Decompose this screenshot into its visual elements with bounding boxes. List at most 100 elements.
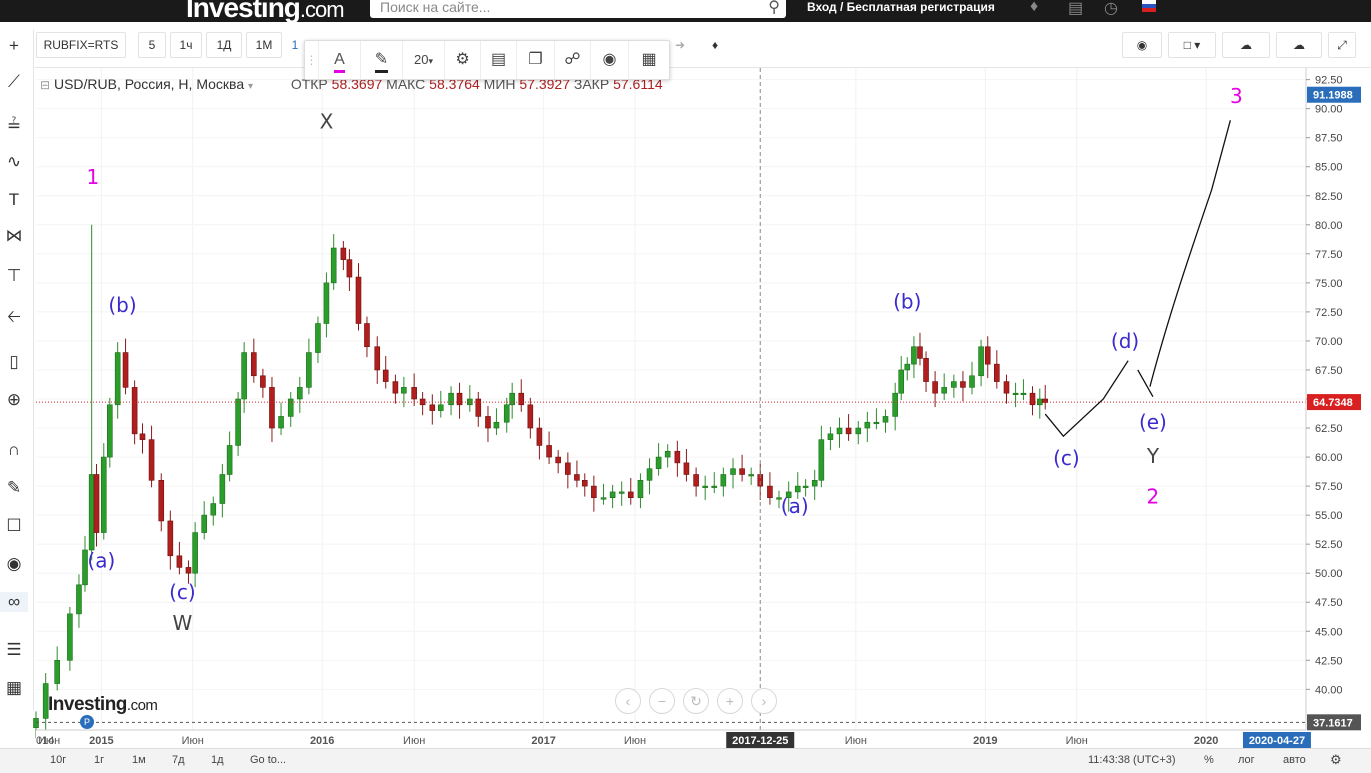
candle-body — [978, 346, 984, 377]
candle-body — [278, 416, 284, 429]
lock-icon[interactable]: ☍ — [555, 41, 591, 79]
time-tick-label: Июн — [624, 735, 646, 747]
price-tick-label: 92.50 — [1315, 75, 1343, 87]
candle-body — [882, 416, 889, 423]
candle-body — [76, 584, 82, 615]
price-tick-label: 67.50 — [1315, 365, 1343, 377]
font-size-value: 20 — [414, 52, 429, 67]
clone-icon[interactable]: ❐ — [517, 41, 555, 79]
candle-body — [702, 485, 708, 488]
candle-body — [54, 660, 60, 684]
candle-body — [158, 479, 165, 522]
visibility-layer-icon[interactable]: ▤ — [481, 41, 517, 79]
candle-body — [114, 352, 121, 406]
range-10y[interactable]: 10г — [50, 754, 66, 766]
candle-body — [1012, 392, 1019, 395]
auto-toggle[interactable]: авто — [1283, 754, 1306, 766]
candle-body — [627, 491, 634, 499]
time-badge-label: 2020-04-27 — [1249, 735, 1305, 747]
time-tick-label: Июн — [845, 735, 867, 747]
range-7d[interactable]: 7д — [172, 754, 185, 766]
candle-body — [739, 468, 745, 475]
candle-body — [297, 387, 303, 400]
price-tick-label: 80.00 — [1315, 220, 1343, 232]
candle-body — [1029, 392, 1036, 406]
candle-body — [683, 462, 690, 475]
price-badge-label: 37.1617 — [1313, 717, 1353, 729]
pen-color-button[interactable]: ✎ — [361, 41, 403, 79]
candle-body — [892, 392, 898, 417]
range-1d[interactable]: 1д — [211, 754, 224, 766]
reset-icon[interactable]: ↻ — [683, 688, 709, 714]
price-tick-label: 40.00 — [1315, 684, 1343, 696]
scroll-left-icon[interactable]: ‹ — [615, 688, 641, 714]
hide-eye-icon[interactable]: ◉ — [591, 41, 629, 79]
candle-body — [67, 613, 73, 661]
time-tick-label: Июн — [403, 735, 425, 747]
candle-body — [148, 439, 155, 481]
candle-body — [411, 387, 417, 400]
candle-body — [340, 247, 347, 260]
candle-body — [401, 387, 407, 394]
candle — [107, 397, 113, 468]
candle-body — [960, 381, 966, 388]
wave-label: (c) — [169, 580, 196, 604]
candle-body — [315, 323, 321, 353]
candle-body — [93, 474, 100, 533]
price-tick-label: 60.00 — [1315, 452, 1343, 464]
time-tick-label: 2019 — [973, 735, 997, 747]
candle-body — [969, 375, 975, 388]
settings-gear-icon[interactable]: ⚙ — [445, 41, 481, 79]
goto-date[interactable]: Go to... — [250, 754, 286, 766]
candle-body — [226, 445, 233, 475]
drag-handle-icon[interactable]: ⋮ — [305, 41, 319, 79]
legend-title[interactable]: USD/RUB, Россия, H, Москва — [54, 76, 244, 92]
time-tick-label: Июн — [1066, 735, 1088, 747]
price-tick-label: 45.00 — [1315, 626, 1343, 638]
candle-body — [323, 282, 330, 324]
candle-body — [139, 433, 146, 440]
pen-icon: ✎ — [374, 50, 389, 73]
candle-body — [269, 387, 275, 429]
wave-label: (c) — [1053, 446, 1080, 470]
candle-body — [923, 358, 929, 382]
candle-body — [448, 392, 454, 406]
candle-body — [1020, 392, 1027, 395]
p-badge[interactable]: P — [80, 715, 94, 729]
percent-toggle[interactable]: % — [1204, 754, 1214, 766]
zoom-in-icon[interactable]: + — [717, 688, 743, 714]
delete-trash-icon[interactable]: ▦ — [629, 41, 669, 79]
candle-body — [855, 427, 862, 435]
candle-body — [581, 479, 588, 487]
font-size-selector[interactable]: 20▾ — [403, 41, 445, 79]
candle-body — [306, 352, 312, 388]
price-tick-label: 57.50 — [1315, 481, 1343, 493]
log-toggle[interactable]: лог — [1238, 754, 1255, 766]
candle-body — [802, 485, 809, 488]
time-tick-label: 2016 — [310, 735, 334, 747]
zoom-out-icon[interactable]: − — [649, 688, 675, 714]
font-size-dropdown-icon: ▾ — [428, 56, 433, 66]
candle-body — [107, 404, 113, 458]
range-1m[interactable]: 1м — [132, 754, 146, 766]
candle-body — [794, 485, 801, 493]
candle-body — [201, 514, 208, 533]
candle-body — [546, 445, 552, 458]
text-color-button[interactable]: A — [319, 41, 361, 79]
candle-body — [932, 381, 938, 394]
candle-body — [845, 427, 852, 435]
price-chart[interactable]: 1 (b) (a) (c) W X (a) (b) (c) (d) (e) Y 2 3 40.00 42.5… — [0, 0, 1371, 773]
chart-settings-icon[interactable]: ⚙ — [1330, 752, 1342, 768]
time-axis: 014Июн 2015 Июн 2016 Июн 2017 Июн Июн 2019 Июн 202… — [36, 729, 1311, 748]
candle-body — [994, 363, 1000, 382]
range-1y[interactable]: 1г — [94, 754, 104, 766]
candle-body — [1003, 381, 1010, 394]
price-tick-label: 72.50 — [1315, 307, 1343, 319]
candle-body — [951, 381, 957, 388]
candle-body — [100, 456, 107, 533]
candle — [100, 443, 107, 540]
scroll-right-icon[interactable]: › — [751, 688, 777, 714]
time-tick-label: Июн — [38, 735, 60, 747]
legend-dropdown-icon[interactable]: ▾ — [248, 81, 253, 92]
collapse-legend-icon[interactable]: ⊟ — [40, 78, 50, 92]
